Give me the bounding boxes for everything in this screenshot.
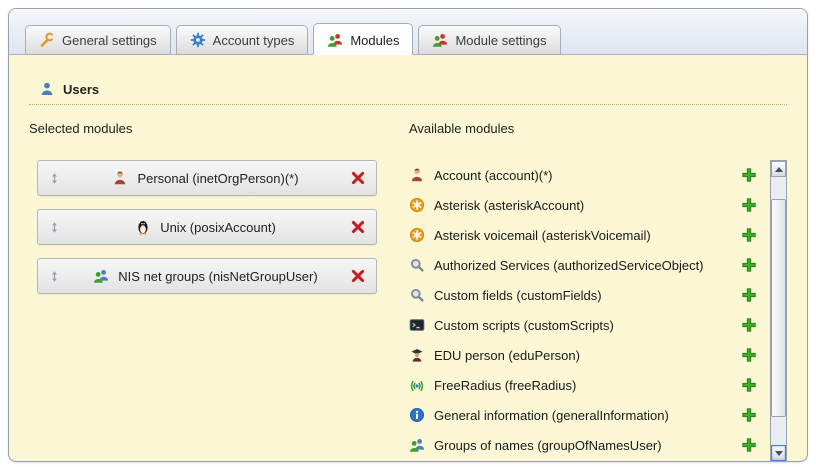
available-module-label: Custom fields (customFields) <box>434 288 732 303</box>
tab-bar: General settings Account types Modules M… <box>9 9 807 55</box>
tab-label: Account types <box>213 33 295 48</box>
arrow-up-icon <box>775 167 783 172</box>
available-module-row: Custom fields (customFields) <box>409 280 757 310</box>
tab-label: Modules <box>350 33 399 48</box>
available-module-row: Custom scripts (customScripts) <box>409 310 757 340</box>
available-module-row: FreeRadius (freeRadius) <box>409 370 757 400</box>
drag-handle-icon[interactable] <box>48 221 61 234</box>
available-modules-scrollbar[interactable] <box>770 160 787 462</box>
module-columns: Selected modules Personal (inetOrgPerson… <box>29 121 787 462</box>
available-module-row: Groups of names (groupOfNamesUser) <box>409 430 757 460</box>
person-icon <box>39 81 55 97</box>
available-module-label: Account (account)(*) <box>434 168 732 183</box>
available-module-row: Asterisk voicemail (asteriskVoicemail) <box>409 220 757 250</box>
available-module-label: Authorized Services (authorizedServiceOb… <box>434 258 732 273</box>
add-module-button[interactable] <box>741 407 757 423</box>
user-red-icon <box>112 170 128 186</box>
scrollbar-thumb[interactable] <box>771 199 786 417</box>
available-module-label: Asterisk (asteriskAccount) <box>434 198 732 213</box>
section-title: Users <box>63 82 99 97</box>
remove-module-button[interactable] <box>350 268 366 284</box>
available-module-row: Authorized Services (authorizedServiceOb… <box>409 250 757 280</box>
drag-handle-icon[interactable] <box>48 172 61 185</box>
magnifier-icon <box>409 257 425 273</box>
scroll-down-button[interactable] <box>771 445 786 461</box>
selected-modules-column: Selected modules Personal (inetOrgPerson… <box>29 121 391 462</box>
add-module-button[interactable] <box>741 287 757 303</box>
tab-label: General settings <box>62 33 157 48</box>
duo-gb-icon <box>409 437 425 453</box>
selected-module-row: Unix (posixAccount) <box>37 209 377 245</box>
available-module-label: Custom scripts (customScripts) <box>434 318 732 333</box>
available-modules-heading: Available modules <box>409 121 787 136</box>
asterisk-icon <box>409 227 425 243</box>
add-module-button[interactable] <box>741 167 757 183</box>
gear-icon <box>190 32 206 48</box>
add-module-button[interactable] <box>741 347 757 363</box>
section-divider <box>29 104 787 105</box>
arrow-down-icon <box>775 451 783 456</box>
tab-module-settings[interactable]: Module settings <box>418 25 560 55</box>
tab-account-types[interactable]: Account types <box>176 25 309 55</box>
available-module-row: EDU person (eduPerson) <box>409 340 757 370</box>
user-red-icon <box>409 167 425 183</box>
tab-label: Module settings <box>455 33 546 48</box>
duo-rg-icon <box>432 32 448 48</box>
add-module-button[interactable] <box>741 317 757 333</box>
available-module-label: Groups of names (groupOfNamesUser) <box>434 438 732 453</box>
antenna-icon <box>409 377 425 393</box>
tab-modules[interactable]: Modules <box>313 23 413 55</box>
selected-module-row: Personal (inetOrgPerson)(*) <box>37 160 377 196</box>
add-module-button[interactable] <box>741 257 757 273</box>
section-heading: Users <box>39 81 787 97</box>
available-modules-column: Available modules Account (account)(*) A… <box>391 121 787 462</box>
drag-handle-icon[interactable] <box>48 270 61 283</box>
add-module-button[interactable] <box>741 377 757 393</box>
available-modules-list: Account (account)(*) Asterisk (asteriskA… <box>409 160 757 460</box>
wrench-icon <box>39 32 55 48</box>
remove-module-button[interactable] <box>350 219 366 235</box>
add-module-button[interactable] <box>741 227 757 243</box>
scroll-up-button[interactable] <box>771 161 786 177</box>
available-module-label: Asterisk voicemail (asteriskVoicemail) <box>434 228 732 243</box>
selected-module-label: Personal (inetOrgPerson)(*) <box>137 171 298 186</box>
selected-module-row: NIS net groups (nisNetGroupUser) <box>37 258 377 294</box>
selected-modules-heading: Selected modules <box>29 121 391 136</box>
selected-modules-list: Personal (inetOrgPerson)(*) Unix (posixA… <box>29 160 391 294</box>
remove-module-button[interactable] <box>350 170 366 186</box>
lam-configuration-panel: General settings Account types Modules M… <box>8 8 808 462</box>
add-module-button[interactable] <box>741 437 757 453</box>
available-module-row: Asterisk (asteriskAccount) <box>409 190 757 220</box>
available-module-row: General information (generalInformation) <box>409 400 757 430</box>
available-module-label: FreeRadius (freeRadius) <box>434 378 732 393</box>
available-module-row: Account (account)(*) <box>409 160 757 190</box>
selected-module-label: NIS net groups (nisNetGroupUser) <box>118 269 317 284</box>
available-module-label: EDU person (eduPerson) <box>434 348 732 363</box>
magnifier-icon <box>409 287 425 303</box>
penguin-icon <box>135 219 151 235</box>
modules-tab-content: Users Selected modules Personal (inetOrg… <box>9 55 807 461</box>
add-module-button[interactable] <box>741 197 757 213</box>
info-icon <box>409 407 425 423</box>
available-module-label: General information (generalInformation) <box>434 408 732 423</box>
duo-rg-icon <box>327 32 343 48</box>
scrollbar-track[interactable] <box>771 177 786 445</box>
duo-gb-icon <box>93 268 109 284</box>
terminal-icon <box>409 317 425 333</box>
edu-icon <box>409 347 425 363</box>
tab-general-settings[interactable]: General settings <box>25 25 171 55</box>
asterisk-icon <box>409 197 425 213</box>
selected-module-label: Unix (posixAccount) <box>160 220 276 235</box>
